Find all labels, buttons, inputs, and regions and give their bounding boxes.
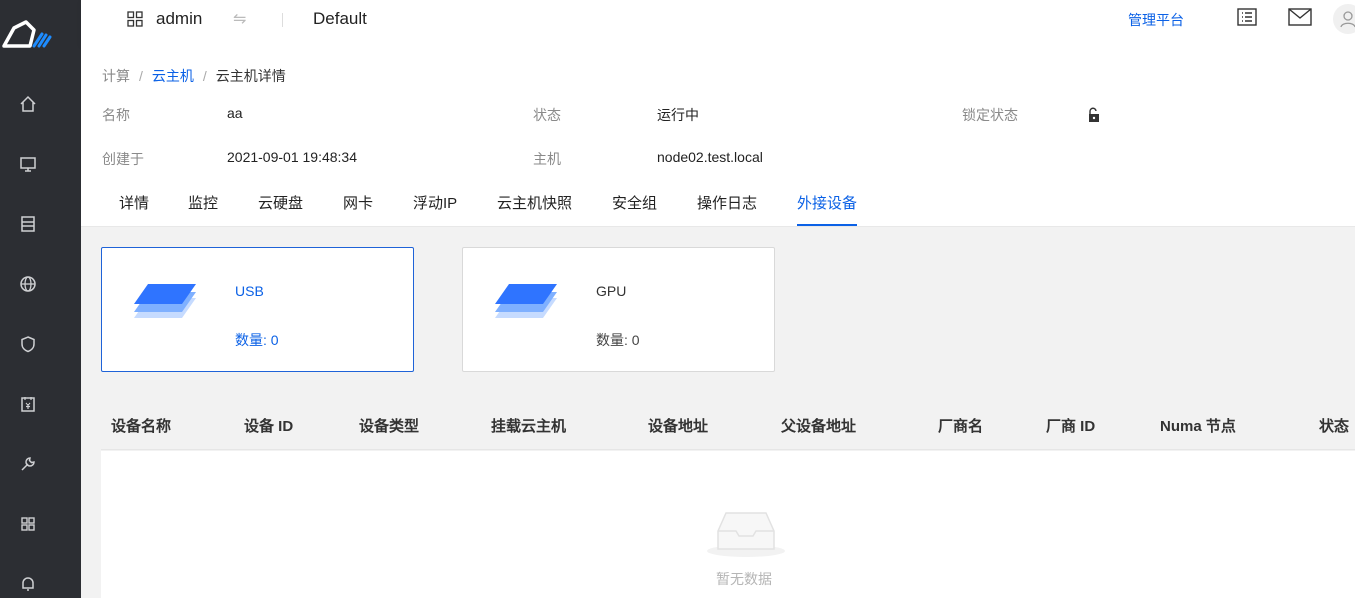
project-selector[interactable]: admin: [156, 9, 202, 29]
device-table-body: 暂无数据: [101, 451, 1355, 598]
lock-status-label: 锁定状态: [962, 107, 1018, 123]
tab-details[interactable]: 详情: [119, 192, 149, 224]
column-vendor-id[interactable]: 厂商 ID: [1046, 415, 1095, 436]
detail-tabs: 详情 监控 云硬盘 网卡 浮动IP 云主机快照 安全组 操作日志 外接设备: [81, 184, 1355, 227]
gpu-card-count: 数量: 0: [596, 332, 640, 348]
tab-operation-logs[interactable]: 操作日志: [697, 192, 757, 224]
created-value: 2021-09-01 19:48:34: [227, 149, 357, 165]
apps-icon[interactable]: [17, 513, 39, 535]
breadcrumb-root: 计算: [102, 68, 130, 84]
column-device-name[interactable]: 设备名称: [111, 415, 171, 436]
device-layers-icon: [134, 284, 196, 318]
bell-icon[interactable]: [17, 573, 39, 595]
breadcrumb-current: 云主机详情: [215, 68, 286, 84]
domain-selector[interactable]: Default: [313, 9, 367, 29]
column-parent-address[interactable]: 父设备地址: [781, 415, 856, 436]
tab-snapshots[interactable]: 云主机快照: [497, 192, 572, 224]
tab-monitoring[interactable]: 监控: [188, 192, 218, 224]
tab-external-devices[interactable]: 外接设备: [797, 192, 858, 226]
tab-volumes[interactable]: 云硬盘: [258, 192, 303, 224]
column-numa-node[interactable]: Numa 节点: [1160, 415, 1236, 436]
breadcrumb-parent-link[interactable]: 云主机: [152, 68, 194, 84]
host-label: 主机: [533, 151, 561, 167]
unlock-icon[interactable]: [1086, 107, 1102, 123]
host-value: node02.test.local: [657, 149, 763, 165]
user-avatar-icon[interactable]: [1333, 4, 1355, 34]
tab-floating-ip[interactable]: 浮动IP: [413, 192, 457, 224]
created-label: 创建于: [102, 151, 144, 167]
breadcrumb-separator: /: [139, 68, 143, 84]
billing-icon[interactable]: [17, 393, 39, 415]
usb-device-card[interactable]: USB 数量: 0: [101, 247, 414, 372]
column-device-type[interactable]: 设备类型: [359, 415, 419, 436]
home-icon[interactable]: [17, 93, 39, 115]
globe-icon[interactable]: [17, 273, 39, 295]
empty-state-text: 暂无数据: [716, 571, 772, 587]
gpu-device-card[interactable]: GPU 数量: 0: [462, 247, 775, 372]
tab-nics[interactable]: 网卡: [343, 192, 373, 224]
breadcrumb: 计算 / 云主机 / 云主机详情: [102, 66, 286, 86]
device-layers-icon: [495, 284, 557, 318]
breadcrumb-separator: /: [202, 68, 207, 84]
monitor-icon[interactable]: [17, 153, 39, 175]
device-table-header: 设备名称 设备 ID 设备类型 挂载云主机 设备地址 父设备地址 厂商名 厂商 …: [101, 398, 1355, 450]
column-device-id[interactable]: 设备 ID: [244, 415, 293, 436]
list-icon[interactable]: [1237, 8, 1257, 26]
status-label: 状态: [533, 107, 561, 123]
shield-icon[interactable]: [17, 333, 39, 355]
name-label: 名称: [102, 107, 130, 123]
logo[interactable]: [0, 10, 56, 54]
usb-card-title: USB: [235, 283, 264, 299]
status-value: 运行中: [657, 107, 699, 123]
divider: [282, 13, 283, 27]
wrench-icon[interactable]: [17, 453, 39, 475]
project-grid-icon[interactable]: [127, 11, 143, 27]
column-attached-vm[interactable]: 挂载云主机: [491, 415, 566, 436]
storage-icon[interactable]: [17, 213, 39, 235]
usb-card-count: 数量: 0: [235, 332, 279, 348]
sidebar: [0, 0, 81, 598]
swap-icon[interactable]: ⇋: [233, 9, 246, 29]
column-device-address[interactable]: 设备地址: [648, 415, 708, 436]
admin-platform-link[interactable]: 管理平台: [1128, 10, 1184, 30]
mail-icon[interactable]: [1288, 8, 1312, 26]
column-vendor-name[interactable]: 厂商名: [938, 415, 983, 436]
empty-inbox-icon: [707, 512, 785, 557]
detail-header: 计算 / 云主机 / 云主机详情 名称 aa 状态 运行中 锁定状态 创建于 2021-…: [81, 44, 1355, 227]
top-bar: admin ⇋ Default 管理平台: [81, 0, 1355, 44]
name-value: aa: [227, 105, 243, 121]
gpu-card-title: GPU: [596, 283, 627, 299]
column-status[interactable]: 状态: [1319, 415, 1349, 436]
tab-security-groups[interactable]: 安全组: [612, 192, 657, 224]
